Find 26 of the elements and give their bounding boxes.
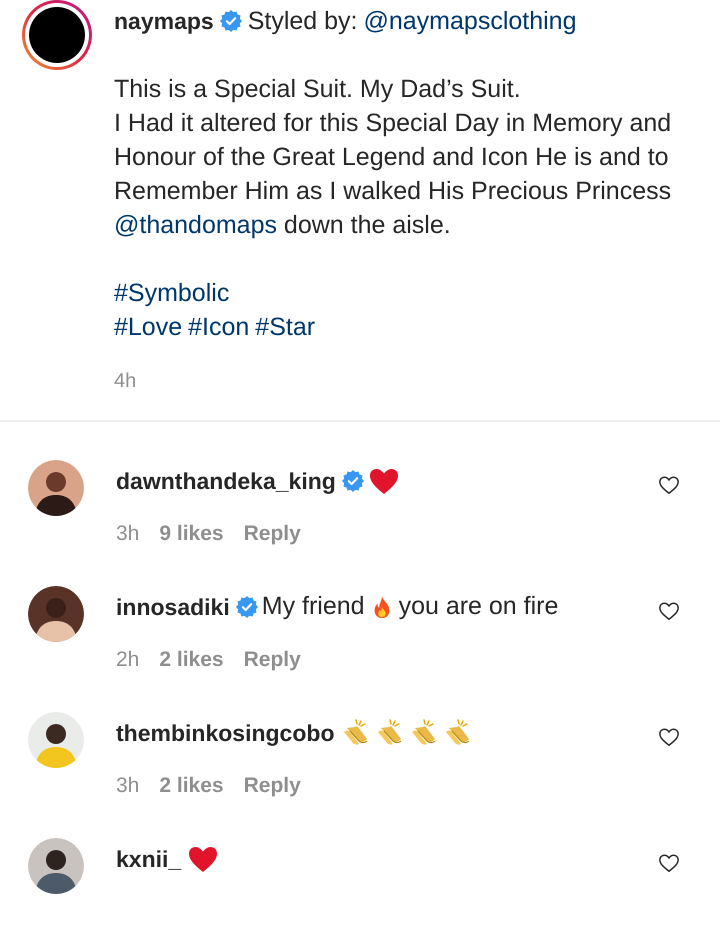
timestamp: 3h — [116, 773, 140, 799]
comment-text: you are on fire — [398, 591, 558, 622]
caption-text: This is a Special Suit. My Dad’s Suit. — [114, 74, 522, 105]
caption-text: I Had it altered for this Special Day in Memory and Honour of the Great Legend and Icon He is and to Remember Him as I walked His Precious Princess @thandomaps down the aisle. — [114, 108, 672, 241]
mention-link[interactable]: @naymapsclothing — [364, 4, 576, 38]
heart-emoji-icon — [368, 466, 400, 496]
timestamp: 3h — [116, 521, 140, 547]
timestamp: 2h — [116, 647, 140, 673]
heart-emoji-icon — [187, 844, 220, 874]
avatar — [28, 712, 84, 768]
avatar — [28, 460, 84, 516]
mention-link[interactable]: @thandomaps — [114, 211, 277, 239]
avatar — [28, 838, 84, 894]
username[interactable]: thembinkosingcobo — [116, 716, 334, 750]
avatar — [28, 586, 84, 642]
hashtag-link[interactable]: #Star — [255, 310, 316, 344]
username[interactable]: dawnthandeka_king — [116, 464, 336, 498]
hashtag-link[interactable]: #Love — [114, 310, 182, 344]
comment-text: My friend — [262, 591, 365, 622]
timestamp: 4h — [114, 369, 136, 394]
hashtag-link[interactable]: #Icon — [188, 310, 250, 344]
username[interactable]: naymaps — [114, 4, 214, 38]
caption-text: Styled by: — [248, 6, 358, 37]
hashtag-link[interactable]: #Symbolic — [114, 276, 230, 310]
username[interactable]: innosadiki — [116, 590, 230, 624]
username[interactable]: kxnii_ — [116, 842, 182, 876]
